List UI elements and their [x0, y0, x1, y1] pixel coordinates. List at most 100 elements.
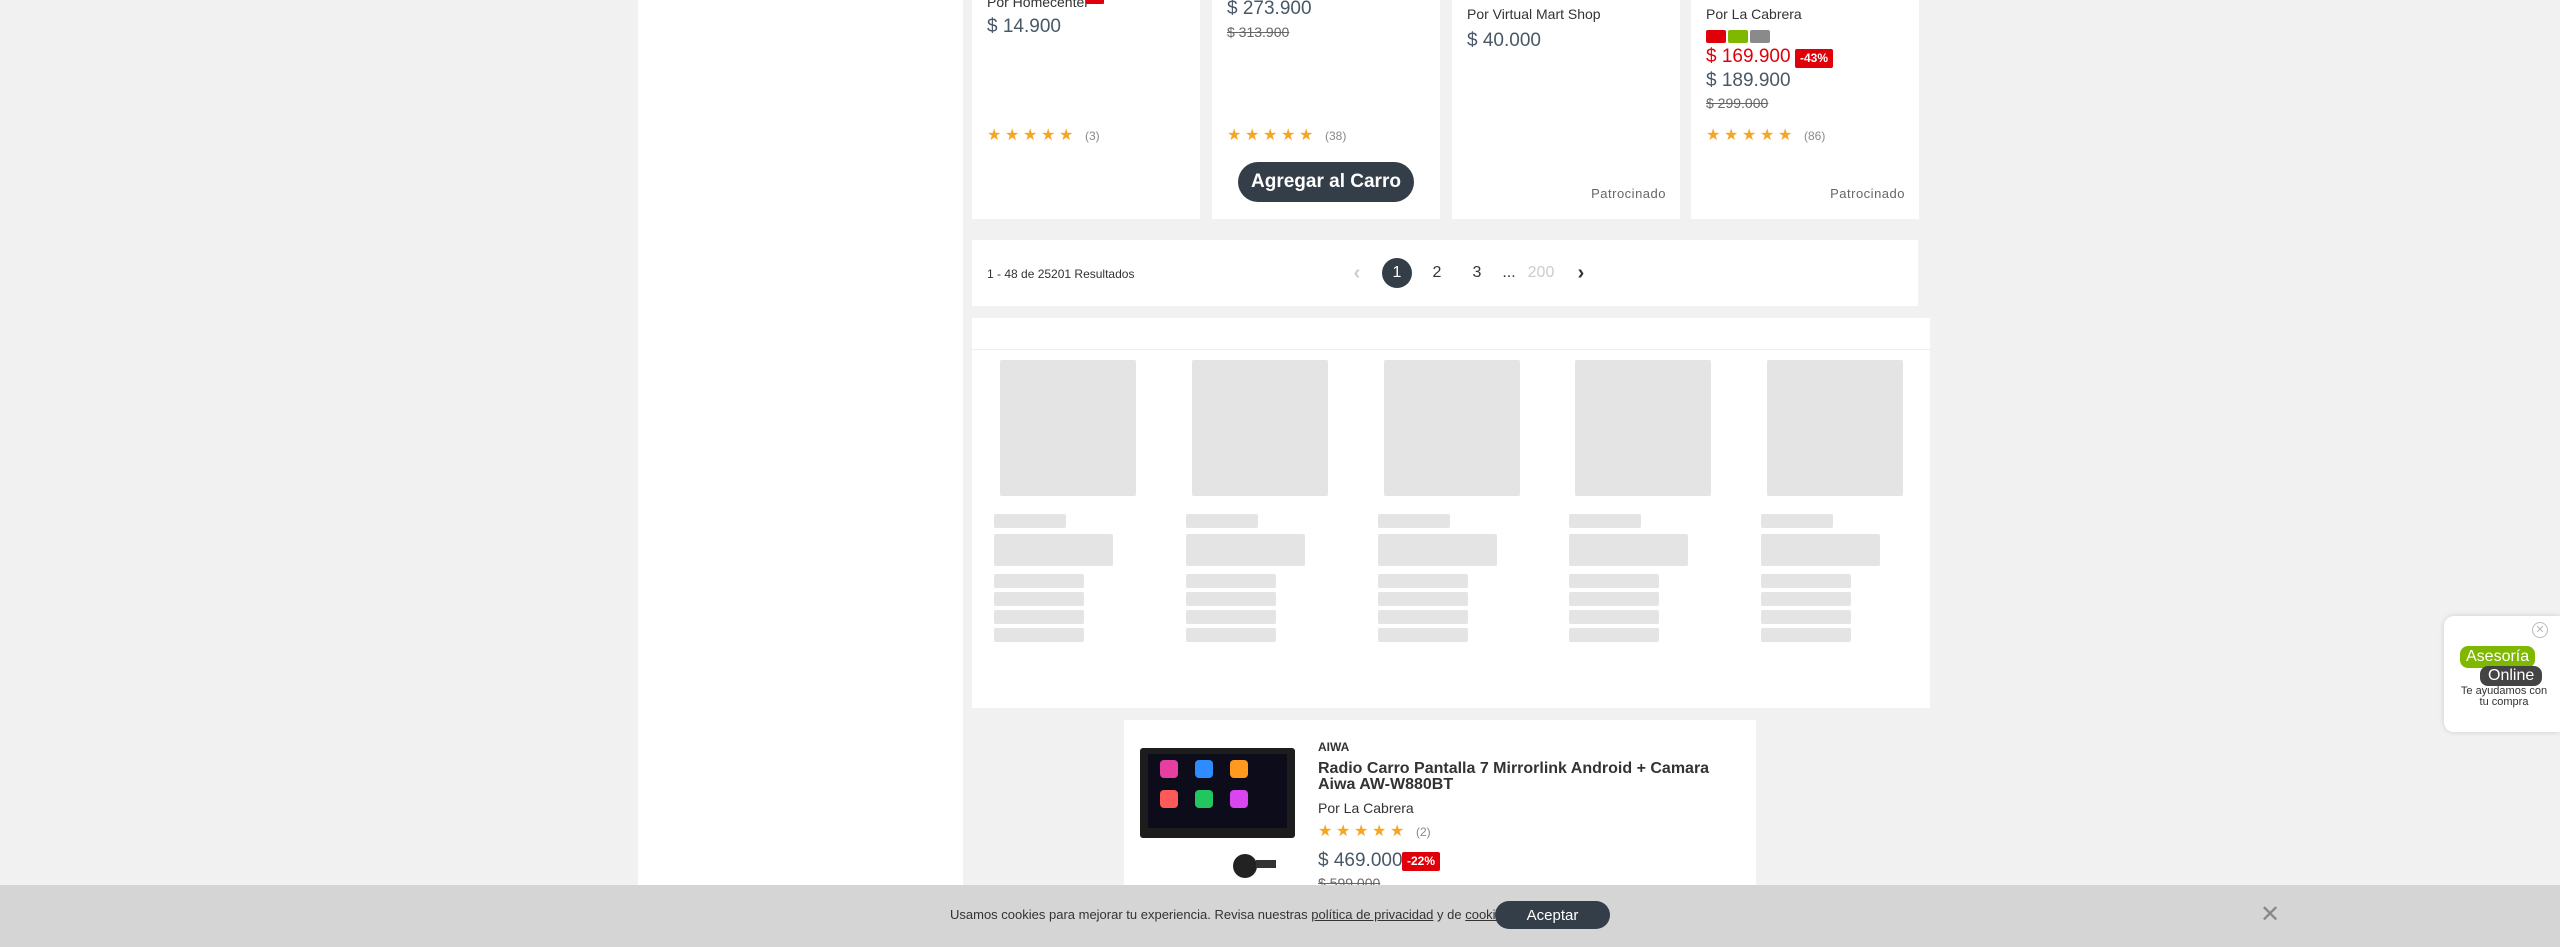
star-icon: ★: [1390, 823, 1405, 840]
skeleton-placeholder: [1575, 360, 1711, 496]
star-icon: ★: [1041, 127, 1056, 144]
sponsored-label: Patrocinado: [1830, 186, 1905, 201]
sponsored-label: Patrocinado: [1591, 186, 1666, 201]
loading-carousel: [972, 318, 1930, 708]
results-count: 1 - 48 de 25201 Resultados: [987, 267, 1135, 281]
product-title[interactable]: Radio Carro Pantalla 7 Mirrorlink Androi…: [1318, 761, 1738, 793]
skeleton-placeholder: [1384, 360, 1520, 496]
pagination: ‹ 1 2 3 ... 200 ›: [1342, 258, 1596, 288]
star-icon: ★: [1281, 127, 1296, 144]
star-icon: ★: [1354, 823, 1369, 840]
skeleton-placeholder: [1378, 610, 1468, 624]
star-icon: ★: [1760, 127, 1775, 144]
star-icon: ★: [987, 127, 1002, 144]
discount-badge: -43%: [1795, 49, 1834, 68]
promo-tags: [1706, 30, 1770, 43]
rating-count: (38): [1325, 128, 1347, 143]
product-seller: Por La Cabrera: [1706, 6, 1802, 22]
product-price: $ 40.000: [1467, 30, 1541, 51]
product-seller: Por Virtual Mart Shop: [1467, 6, 1601, 22]
star-icon: ★: [1227, 127, 1242, 144]
pagination-ellipsis: ...: [1502, 264, 1516, 281]
shipping-tag-icon: [1750, 30, 1770, 43]
rating-stars: ★ ★ ★ ★ ★ (2): [1318, 823, 1431, 840]
add-to-cart-button[interactable]: Agregar al Carro: [1238, 162, 1414, 202]
star-half-icon: ★: [1299, 127, 1314, 144]
star-icon: ★: [1724, 127, 1739, 144]
discount-badge: -22%: [1402, 852, 1441, 871]
close-icon[interactable]: ✕: [2532, 622, 2548, 638]
pagination-bar: 1 - 48 de 25201 Resultados ‹ 1 2 3 ... 2…: [972, 240, 1918, 306]
rating-count: (2): [1416, 824, 1431, 839]
product-card[interactable]: Por Virtual Mart Shop $ 40.000 Patrocina…: [1452, 0, 1680, 219]
skeleton-placeholder: [1761, 534, 1880, 566]
star-icon: ★: [1706, 127, 1721, 144]
star-icon: ★: [1245, 127, 1260, 144]
skeleton-placeholder: [1761, 610, 1851, 624]
star-icon: ★: [1336, 823, 1351, 840]
chat-bubble-subtitle: Online: [2480, 666, 2543, 686]
product-old-price: $ 299.000: [1706, 95, 1769, 111]
cookie-message: Usamos cookies para mejorar tu experienc…: [950, 907, 1513, 922]
product-card[interactable]: $ 273.900 $ 313.900 ★ ★ ★ ★ ★ (38) Agregar a…: [1212, 0, 1440, 219]
skeleton-placeholder: [1186, 592, 1276, 606]
product-price: $ 273.900: [1227, 0, 1312, 19]
skeleton-placeholder: [1378, 628, 1468, 642]
skeleton-placeholder: [1569, 610, 1659, 624]
product-price-cmr: $ 169.900: [1706, 46, 1791, 67]
skeleton-placeholder: [1761, 574, 1851, 588]
skeleton-placeholder: [1192, 360, 1328, 496]
page-2[interactable]: 2: [1422, 258, 1452, 288]
page-1[interactable]: 1: [1382, 258, 1412, 288]
skeleton-placeholder: [1186, 514, 1258, 528]
page-last[interactable]: 200: [1526, 258, 1556, 288]
product-card[interactable]: Por Homecenter $ 14.900 ★ ★ ★ ★ ★ (3): [972, 0, 1200, 219]
skeleton-placeholder: [1761, 592, 1851, 606]
star-icon: ★: [1005, 127, 1020, 144]
product-brand: AIWA: [1318, 740, 1350, 754]
skeleton-placeholder: [1378, 592, 1468, 606]
cookie-banner: Usamos cookies para mejorar tu experienc…: [0, 885, 2560, 947]
chat-bubble-title: Asesoría: [2460, 646, 2536, 668]
cmr-tag-icon: [1706, 30, 1726, 43]
skeleton-placeholder: [994, 514, 1066, 528]
skeleton-placeholder: [994, 610, 1084, 624]
rating-stars: ★ ★ ★ ★ ★ (86): [1706, 127, 1825, 144]
skeleton-placeholder: [1186, 534, 1305, 566]
skeleton-placeholder: [1569, 628, 1659, 642]
skeleton-placeholder: [1569, 592, 1659, 606]
accept-cookies-button[interactable]: Aceptar: [1495, 901, 1610, 929]
close-icon[interactable]: ✕: [2260, 901, 2280, 929]
star-icon: ★: [1263, 127, 1278, 144]
skeleton-placeholder: [1767, 360, 1903, 496]
skeleton-placeholder: [994, 574, 1084, 588]
product-old-price: $ 313.900: [1227, 24, 1290, 40]
chat-widget[interactable]: ✕ Asesoría Online Te ayudamos con tu com…: [2444, 616, 2560, 732]
skeleton-placeholder: [994, 534, 1113, 566]
product-image[interactable]: [1140, 748, 1295, 903]
skeleton-placeholder: [1186, 610, 1276, 624]
skeleton-placeholder: [1761, 628, 1851, 642]
skeleton-placeholder: [1000, 360, 1136, 496]
promo-tag-icon: [1728, 30, 1748, 43]
page-3[interactable]: 3: [1462, 258, 1492, 288]
skeleton-placeholder: [1378, 514, 1450, 528]
star-half-icon: ★: [1059, 127, 1074, 144]
skeleton-placeholder: [1186, 574, 1276, 588]
product-card[interactable]: Por La Cabrera $ 169.900 -43% $ 189.900 …: [1691, 0, 1919, 219]
product-price: $ 469.000: [1318, 850, 1403, 871]
chevron-right-icon[interactable]: ›: [1566, 258, 1596, 288]
filters-column: [638, 0, 963, 947]
product-price: $ 189.900: [1706, 70, 1791, 91]
star-icon: ★: [1372, 823, 1387, 840]
product-seller: Por Homecenter: [987, 0, 1089, 10]
carousel-header-placeholder: [972, 318, 1930, 350]
skeleton-placeholder: [1761, 514, 1833, 528]
skeleton-placeholder: [1569, 534, 1688, 566]
chevron-left-icon[interactable]: ‹: [1342, 258, 1372, 288]
product-seller: Por La Cabrera: [1318, 800, 1414, 816]
rating-count: (3): [1085, 128, 1100, 143]
product-price: $ 14.900: [987, 16, 1061, 37]
privacy-policy-link[interactable]: política de privacidad: [1311, 907, 1433, 922]
skeleton-placeholder: [1569, 514, 1641, 528]
